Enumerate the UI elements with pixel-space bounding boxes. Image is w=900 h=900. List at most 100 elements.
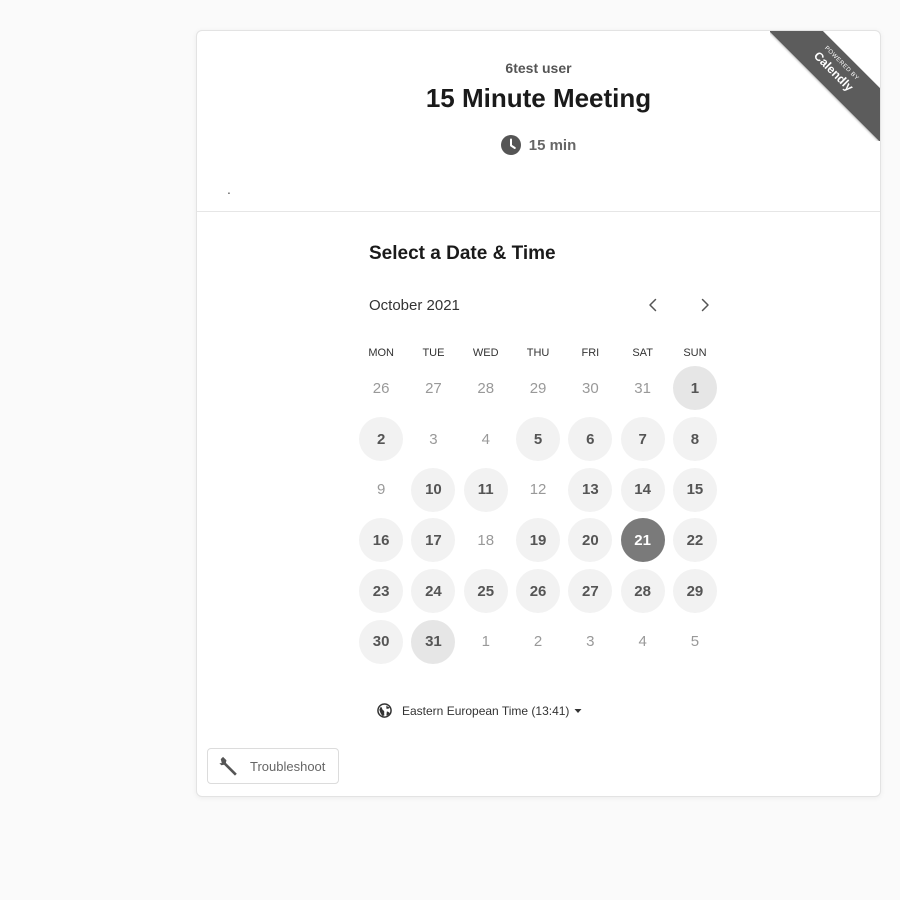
event-description: .	[227, 181, 231, 197]
calendar-day-cell: 22	[669, 515, 721, 566]
weekday-label: SAT	[632, 347, 653, 359]
weekday-label: TUE	[422, 347, 445, 359]
calendar-day-cell: 12	[512, 464, 564, 515]
calendar-day-selected[interactable]: 21	[620, 518, 665, 563]
calendar-day[interactable]: 15	[672, 467, 717, 512]
clock-icon	[500, 135, 521, 155]
calendar-day: 18	[477, 531, 495, 549]
calendar-day-cell: 31	[407, 616, 459, 667]
calendar-day-cell: 11	[460, 464, 512, 515]
select-date-heading: Select a Date & Time	[369, 243, 556, 264]
weekday-header: MON TUE WED THU FRI SAT SUN	[355, 347, 721, 359]
calendar-day[interactable]: 20	[568, 518, 613, 563]
weekday-label: MON	[368, 347, 394, 359]
troubleshoot-label: Troubleshoot	[250, 758, 326, 774]
timezone-selector[interactable]: Eastern European Time (13:41)	[377, 703, 582, 718]
calendar-day-cell: 27	[564, 566, 616, 617]
calendar-day-cell: 2	[512, 616, 564, 667]
calendar-day[interactable]: 22	[672, 518, 717, 563]
calendar-day-cell: 1	[460, 616, 512, 667]
calendar-day: 1	[481, 633, 490, 651]
calendar-day[interactable]: 8	[672, 417, 717, 462]
calendar-day[interactable]: 30	[359, 619, 404, 664]
wrench-icon	[219, 756, 237, 776]
calendar-day[interactable]: 10	[411, 467, 456, 512]
calendar-day-cell: 28	[460, 363, 512, 414]
calendar-day[interactable]: 13	[568, 467, 613, 512]
calendar-day: 4	[481, 430, 490, 448]
calendar-day[interactable]: 28	[620, 569, 665, 614]
booking-card: POWERED BY Calendly 6test user 15 Minute…	[196, 30, 881, 797]
calendar-day-cell: 3	[564, 616, 616, 667]
calendar-day[interactable]: 11	[463, 467, 508, 512]
calendar-day: 27	[425, 379, 442, 397]
calendar-day-cell: 10	[407, 464, 459, 515]
calendar-day[interactable]: 23	[359, 569, 404, 614]
calendar-day: 3	[586, 633, 595, 651]
calendar-day-cell: 29	[512, 363, 564, 414]
calendar-day[interactable]: 25	[463, 569, 508, 614]
calendar-day: 5	[690, 633, 700, 651]
timezone-label: Eastern European Time (13:41)	[402, 703, 570, 718]
event-duration: 15 min	[197, 135, 880, 155]
calendar-day-cell: 26	[355, 363, 407, 414]
next-month-button[interactable]	[693, 293, 717, 317]
month-label: October 2021	[369, 297, 460, 314]
calendar-day-cell: 6	[564, 414, 616, 465]
calendar-day-cell: 4	[616, 616, 668, 667]
calendar-day-cell: 8	[669, 414, 721, 465]
calendar-day[interactable]: 1	[672, 366, 717, 411]
calendar-day: 12	[529, 481, 547, 499]
calendar-day[interactable]: 27	[568, 569, 613, 614]
calendar-day-cell: 16	[355, 515, 407, 566]
weekday-label: THU	[526, 347, 550, 359]
previous-month-button[interactable]	[641, 293, 665, 317]
chevron-right-icon	[701, 298, 709, 312]
calendar-day-cell: 17	[407, 515, 459, 566]
calendar-day[interactable]: 19	[516, 518, 561, 563]
troubleshoot-button[interactable]: Troubleshoot	[207, 748, 339, 784]
globe-icon	[377, 703, 392, 718]
calendar-day[interactable]: 31	[411, 619, 456, 664]
calendar-day-cell: 21	[616, 515, 668, 566]
event-title: 15 Minute Meeting	[425, 83, 652, 113]
calendar-day: 3	[429, 430, 438, 448]
calendar-day-cell: 15	[669, 464, 721, 515]
calendar-day[interactable]: 16	[359, 518, 404, 563]
weekday-label: WED	[472, 347, 499, 359]
duration-label: 15 min	[528, 136, 577, 154]
calendar-day[interactable]: 6	[568, 417, 613, 462]
calendar-day[interactable]: 7	[620, 417, 665, 462]
calendar-day-cell: 26	[512, 566, 564, 617]
calendar-day-cell: 2	[355, 414, 407, 465]
calendar-day: 31	[634, 379, 651, 397]
calendar-day[interactable]: 2	[359, 417, 404, 462]
calendar-day-cell: 5	[669, 616, 721, 667]
calendar-day: 30	[581, 379, 599, 397]
calendar-day[interactable]: 17	[411, 518, 456, 563]
host-name: 6test user	[505, 60, 572, 76]
calendar-day-cell: 14	[616, 464, 668, 515]
calendar-day: 29	[529, 379, 547, 397]
calendar-day-cell: 29	[669, 566, 721, 617]
calendar-day[interactable]: 29	[672, 569, 717, 614]
calendar-day-cell: 1	[669, 363, 721, 414]
calendar-day-cell: 3	[407, 414, 459, 465]
calendar-day[interactable]: 24	[411, 569, 456, 614]
calendar-day[interactable]: 5	[516, 417, 561, 462]
weekday-label: SUN	[683, 347, 707, 359]
calendar-day-cell: 13	[564, 464, 616, 515]
calendar-day: 28	[477, 379, 495, 397]
calendar-day-cell: 30	[564, 363, 616, 414]
calendar-day-cell: 31	[616, 363, 668, 414]
calendar-day: 9	[376, 481, 386, 499]
calendar-day[interactable]: 14	[620, 467, 665, 512]
calendar-days-grid: 26 27 28 29 30 31 1 2 3 4 5 6 7 8 9 10 11 12 13 14 15 16 17 18 1…	[355, 363, 721, 667]
calendar-day-cell: 7	[616, 414, 668, 465]
calendar-day-cell: 4	[460, 414, 512, 465]
calendar-day-cell: 23	[355, 566, 407, 617]
calendar-day-cell: 27	[407, 363, 459, 414]
calendar-day[interactable]: 26	[516, 569, 561, 614]
calendar-day-cell: 9	[355, 464, 407, 515]
calendar-day: 2	[533, 633, 543, 651]
